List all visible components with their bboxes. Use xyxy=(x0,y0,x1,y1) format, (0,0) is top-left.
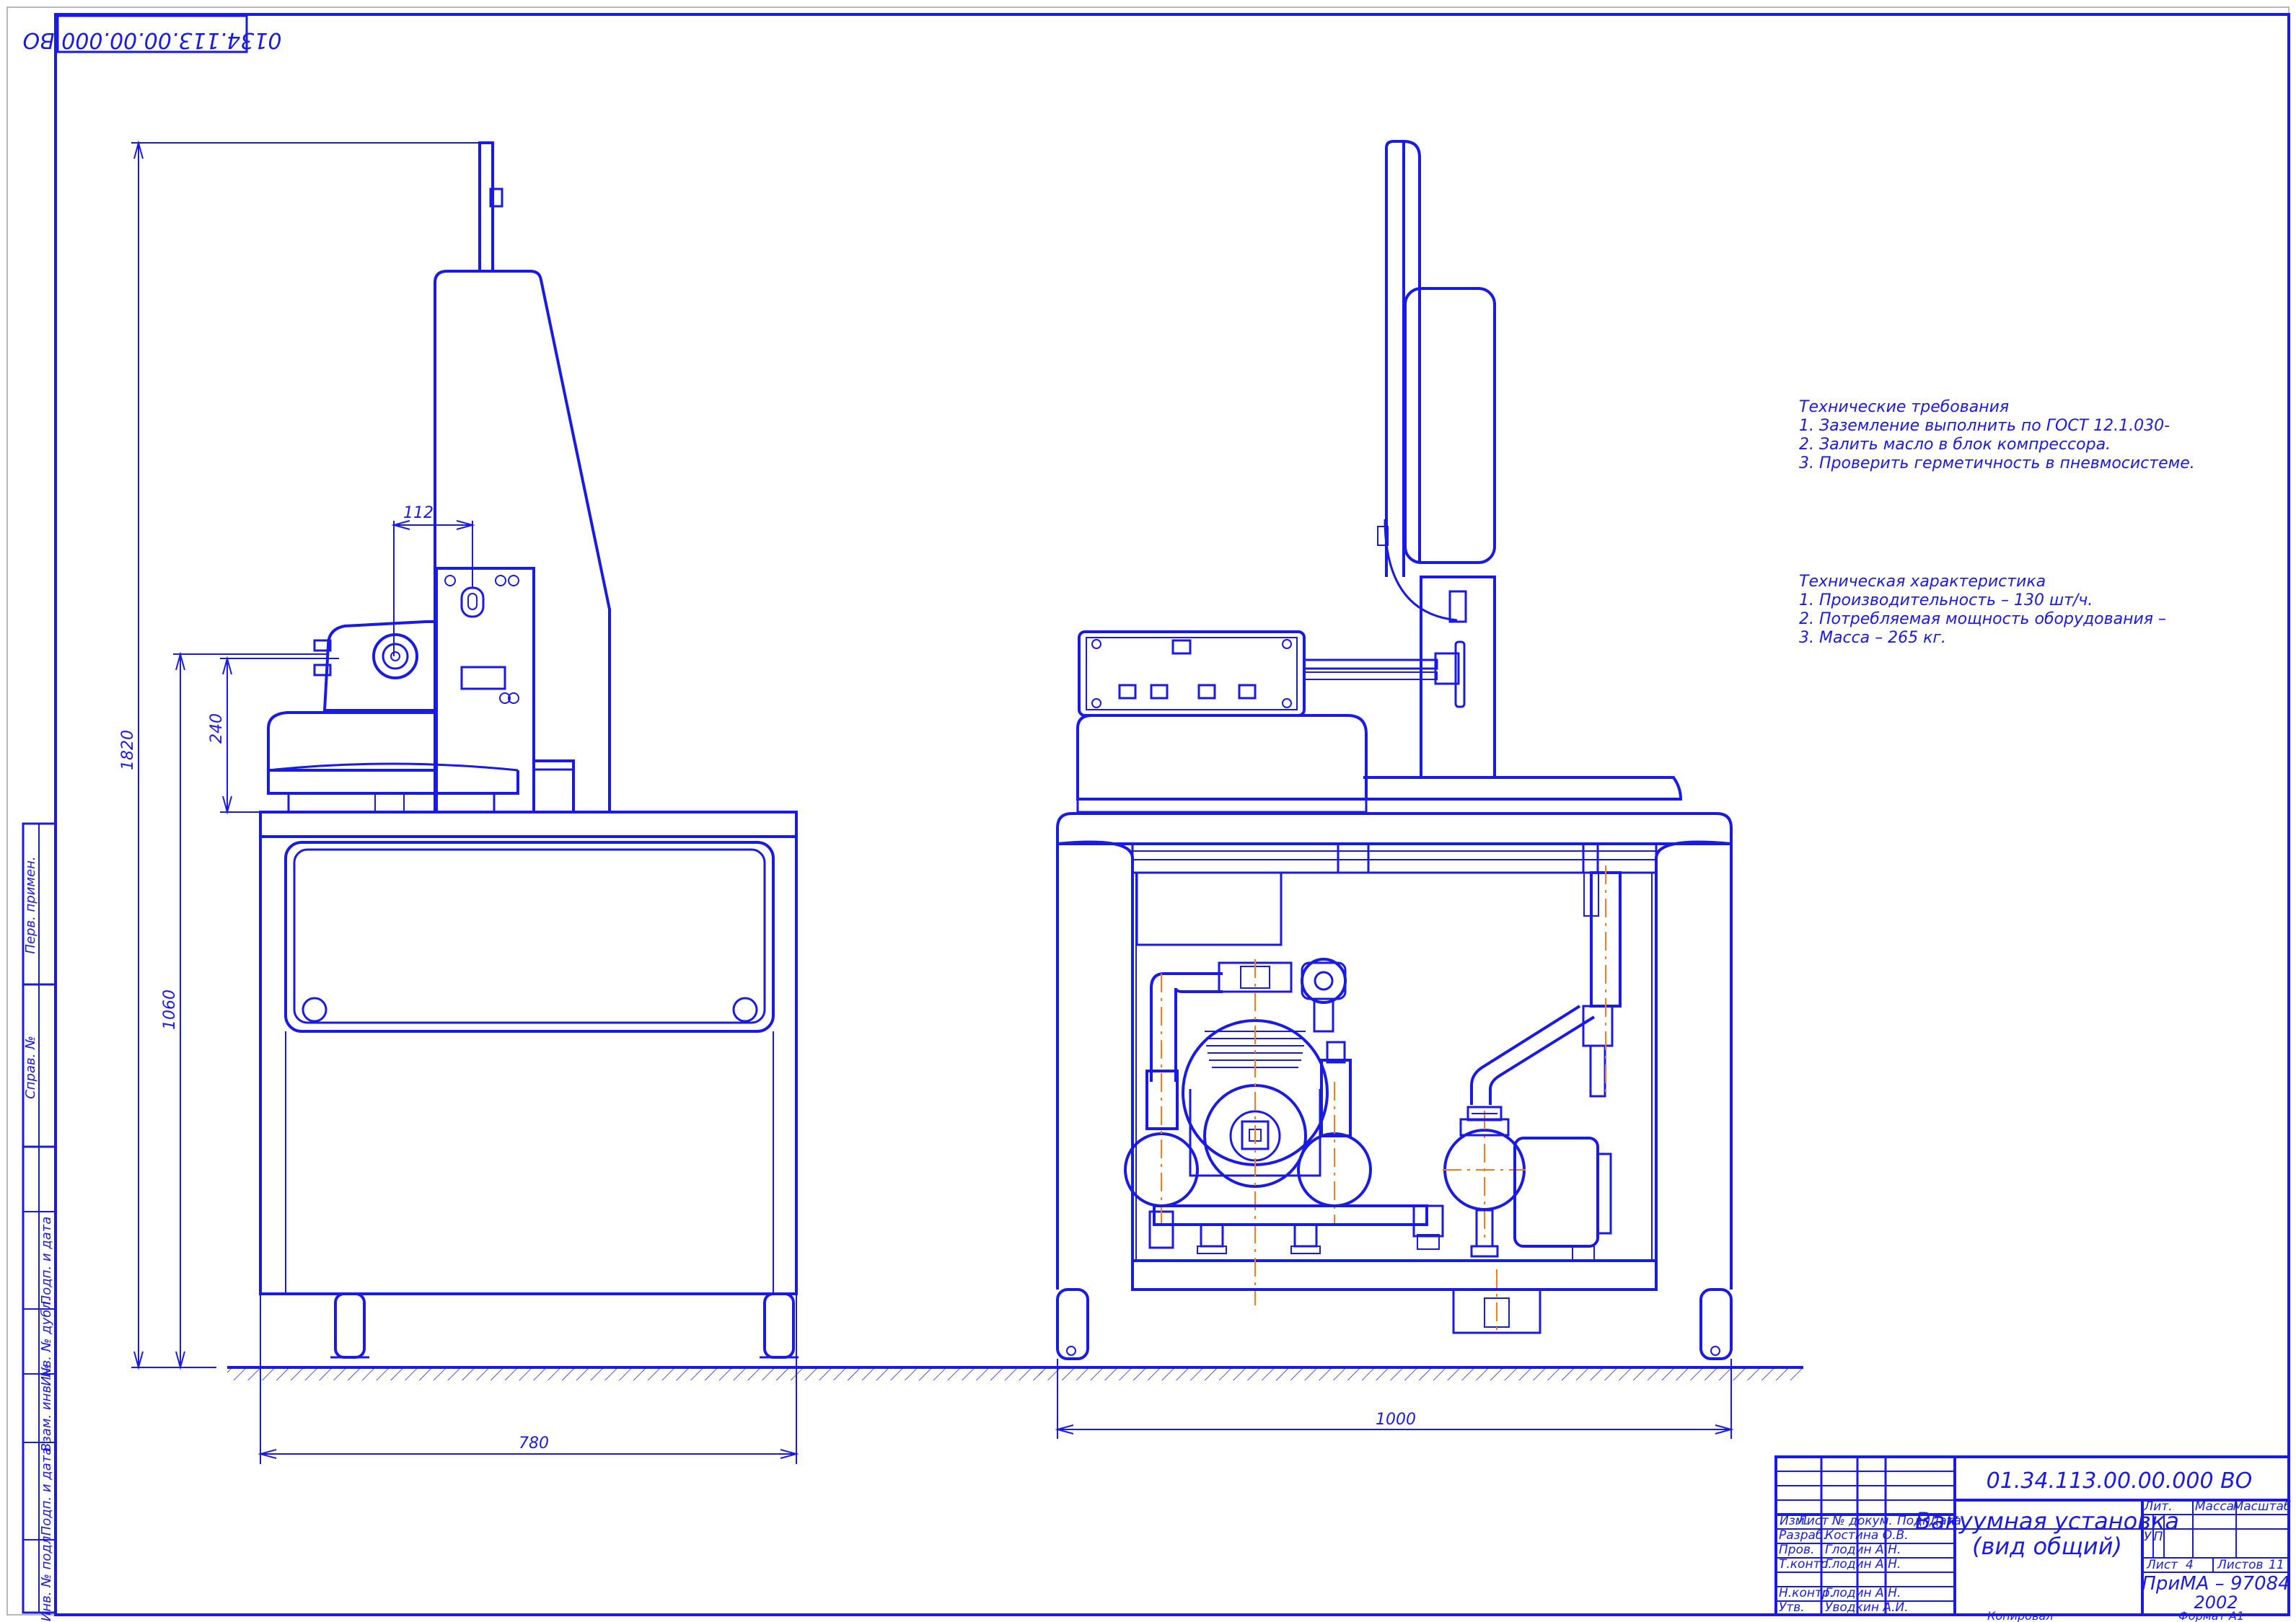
front-leg-left xyxy=(1056,1288,1089,1360)
ground-right xyxy=(1039,1366,1803,1380)
side-base-block xyxy=(267,711,436,772)
drawing-sheet: 0134.113.00.00.000 ВО Перв. примен. Спра… xyxy=(6,6,2292,1622)
hdr-doc-no: № докум. xyxy=(1831,1514,1893,1528)
side-leg-right xyxy=(763,1292,795,1359)
requirement-3: 3. Проверить герметичность в пневмосисте… xyxy=(1799,454,2195,472)
sheet-no: 4 xyxy=(2186,1558,2194,1572)
sheets-label: Листов xyxy=(2217,1558,2264,1572)
front-leg-right xyxy=(1699,1288,1733,1360)
side-view: 1820 1060 240 112 780 xyxy=(119,140,799,1464)
side-table-panel xyxy=(284,841,775,1033)
lit-value-2: П xyxy=(2154,1530,2163,1544)
side-head xyxy=(322,620,436,712)
front-control-box xyxy=(1078,630,1306,717)
dim-width-front: 1000 xyxy=(1376,1411,1416,1429)
stamp-vzam-inv: Взам. инв. № xyxy=(39,1364,54,1452)
front-table-top xyxy=(1056,812,1733,845)
requirements-title: Технические требования xyxy=(1799,398,2009,416)
side-head-wheel xyxy=(372,633,418,679)
front-view: 1000 xyxy=(1055,140,1734,1439)
specs-title: Техническая характеристика xyxy=(1799,573,2046,591)
side-stamp: Перв. примен. Справ. № Подп. и дата Инв.… xyxy=(22,822,57,1621)
title-line-1: Вакуумная установка xyxy=(1915,1507,2179,1535)
front-bottom-frame xyxy=(1131,1259,1658,1291)
title-line-2: (вид общий) xyxy=(1972,1533,2122,1560)
name-razrab: Костина О.В. xyxy=(1825,1528,1909,1543)
front-base-chamber xyxy=(1076,714,1368,801)
hdr-list: Лист xyxy=(1797,1514,1829,1528)
vacuum-pump-unit xyxy=(1443,865,1622,1261)
role-prov: Пров. xyxy=(1779,1543,1814,1557)
stamp-sprav-no: Справ. № xyxy=(23,1036,38,1099)
hdr-lit: Лит. xyxy=(2143,1499,2172,1514)
requirement-2: 2. Залить масло в блок компрессора. xyxy=(1799,436,2111,454)
spec-1: 1. Производительность – 130 шт/ч. xyxy=(1799,591,2093,609)
stamp-inv-podl: Инв. № подл. xyxy=(39,1532,54,1621)
format-label: Формат xyxy=(2178,1609,2226,1622)
side-table-body xyxy=(259,811,798,1295)
name-nkontr: Глодин А.Н. xyxy=(1825,1586,1901,1600)
side-column xyxy=(434,270,611,812)
stamp-perv-primen: Перв. примен. xyxy=(23,856,38,953)
side-leg-left xyxy=(334,1292,366,1359)
lit-value-1: У xyxy=(2144,1530,2152,1544)
dim-height-part: 240 xyxy=(208,713,226,744)
spec-2: 2. Потребляемая мощность оборудования – xyxy=(1799,610,2166,628)
corner-code-box: 0134.113.00.00.000 ВО xyxy=(22,14,282,53)
sheet-label: Лист xyxy=(2146,1558,2178,1572)
stamp-podp-data-2: Подп. и дата xyxy=(39,1447,54,1536)
notes: Технические требования 1. Заземление вып… xyxy=(1799,398,2195,647)
pump-motor xyxy=(1513,1137,1599,1248)
format-value: А1 xyxy=(2228,1609,2244,1622)
role-tkontr: Т.контр. xyxy=(1779,1557,1832,1572)
ground-left xyxy=(227,1366,1042,1380)
hdr-masshtab: Масштаб xyxy=(2233,1499,2292,1514)
dim-height-total: 1820 xyxy=(119,730,137,770)
dim-height-table: 1060 xyxy=(161,989,179,1030)
compressor-unit xyxy=(1124,958,1444,1305)
role-utv: Утв. xyxy=(1779,1600,1805,1615)
sheets-total: 11 xyxy=(2269,1558,2284,1572)
org-line-1: ПриМА – 97084 xyxy=(2142,1573,2290,1595)
doc-code: 01.34.113.00.00.000 ВО xyxy=(1987,1468,2253,1494)
dim-width-side: 780 xyxy=(519,1434,549,1453)
copied-label: Копировал xyxy=(1987,1609,2053,1622)
hdr-massa: Масса xyxy=(2195,1499,2234,1514)
stamp-podp-data-1: Подп. и дата xyxy=(39,1217,54,1305)
name-tkontr: Глодин А.Н. xyxy=(1825,1557,1901,1572)
corner-code: 0134.113.00.00.000 ВО xyxy=(22,27,281,53)
role-razrab: Разраб. xyxy=(1779,1528,1827,1543)
dim-offset: 112 xyxy=(403,504,434,522)
name-prov: Глодин А.Н. xyxy=(1825,1543,1901,1557)
title-block: 01.34.113.00.00.000 ВО Изм. Лист № докум… xyxy=(1774,1455,2292,1622)
requirement-1: 1. Заземление выполнить по ГОСТ 12.1.030… xyxy=(1799,417,2170,435)
name-utv: Уводкин А.И. xyxy=(1825,1600,1909,1615)
spec-3: 3. Масса – 265 кг. xyxy=(1799,629,1946,647)
